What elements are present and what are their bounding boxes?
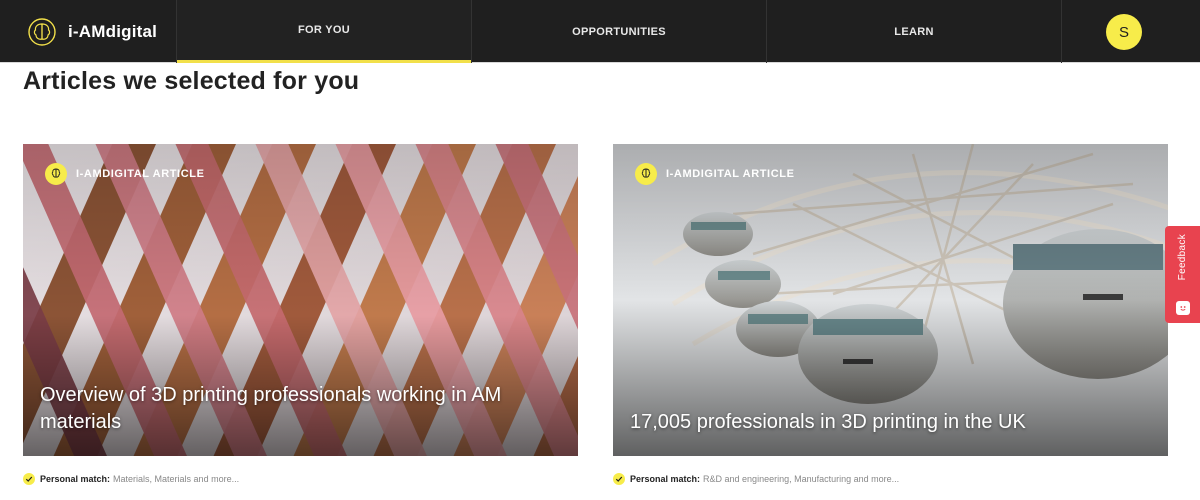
check-icon: [613, 473, 625, 485]
brain-icon: [635, 163, 657, 185]
user-avatar[interactable]: S: [1106, 14, 1142, 50]
check-icon: [23, 473, 35, 485]
personal-match-2: Personal match: R&D and engineering, Man…: [613, 473, 899, 485]
smiley-icon: [1175, 301, 1190, 315]
article-badge-label: I-AMDIGITAL ARTICLE: [76, 168, 205, 180]
brand-logo[interactable]: i-AMdigital: [0, 0, 176, 63]
article-title[interactable]: 17,005 professionals in 3D printing in t…: [630, 409, 1148, 436]
article-card-1[interactable]: I-AMDIGITAL ARTICLE Overview of 3D print…: [23, 144, 578, 456]
brand-name: i-AMdigital: [68, 21, 158, 41]
page-title: Articles we selected for you: [23, 67, 360, 95]
nav-tab-for-you[interactable]: FOR YOU: [177, 0, 471, 63]
article-badge-label: I-AMDIGITAL ARTICLE: [666, 168, 795, 180]
personal-match-value: R&D and engineering, Manufacturing and m…: [703, 474, 900, 484]
personal-match-label: Personal match:: [630, 474, 701, 484]
personal-match-1: Personal match: Materials, Materials and…: [23, 473, 239, 485]
feedback-label: Feedback: [1177, 234, 1188, 281]
personal-match-value: Materials, Materials and more...: [113, 474, 240, 484]
nav-tab-learn[interactable]: LEARN: [767, 0, 1061, 63]
nav-divider: [1061, 0, 1062, 63]
top-navigation-bar: i-AMdigital FOR YOU OPPORTUNITIES LEARN …: [0, 0, 1200, 63]
nav-tab-opportunities[interactable]: OPPORTUNITIES: [472, 0, 766, 63]
personal-match-label: Personal match:: [40, 474, 111, 484]
article-card-2[interactable]: I-AMDIGITAL ARTICLE 17,005 professionals…: [613, 144, 1168, 456]
brain-icon: [28, 17, 56, 46]
article-title[interactable]: Overview of 3D printing professionals wo…: [40, 382, 558, 436]
article-badge: I-AMDIGITAL ARTICLE: [635, 163, 795, 185]
brain-icon: [45, 163, 67, 185]
article-badge: I-AMDIGITAL ARTICLE: [45, 163, 205, 185]
feedback-tab[interactable]: Feedback: [1165, 226, 1200, 323]
